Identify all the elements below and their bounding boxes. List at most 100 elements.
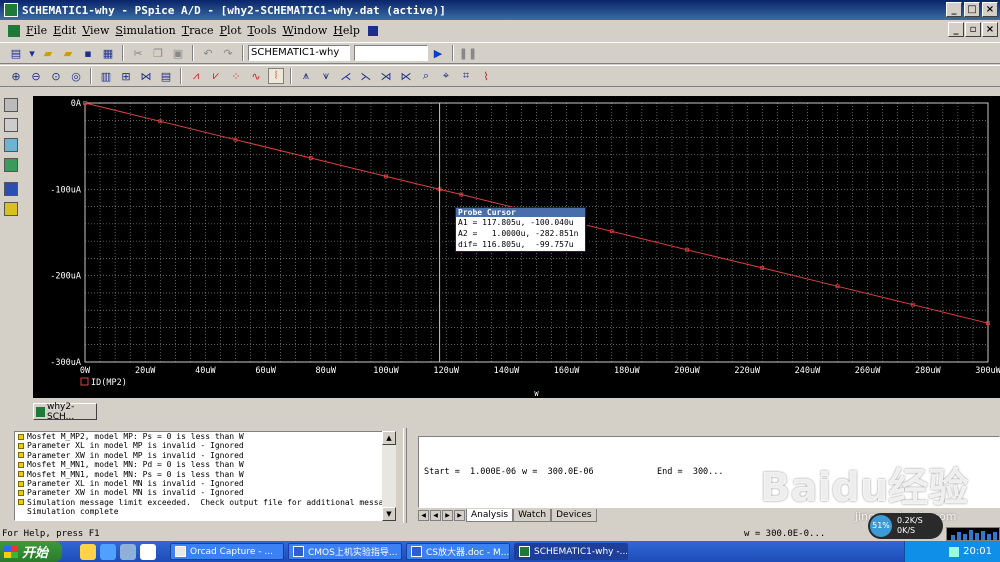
minimize-button[interactable]: _ [946,2,962,17]
cursor-point-icon[interactable]: ⋉ [398,68,414,84]
probe-cursor-title: Probe Cursor [456,208,585,217]
messages-scrollbar[interactable]: ▲ ▼ [382,431,396,521]
start-button[interactable]: 开始 [0,541,62,562]
quicklaunch-ie-icon[interactable] [100,543,116,560]
cursor-trough-icon[interactable]: ⩛ [318,68,334,84]
menu-edit[interactable]: Edit [53,24,82,37]
undo-icon[interactable]: ↶ [200,45,216,61]
task-orcad-capture[interactable]: Orcad Capture - ... [170,543,284,560]
window-icon[interactable] [4,182,18,196]
task-cs-doc[interactable]: CS放大器.doc - M... [406,543,510,560]
maximize-button[interactable]: □ [964,2,980,17]
menu-trace[interactable]: Trace [182,24,220,37]
cursor-prev-transition-icon[interactable]: ⌗ [458,68,474,84]
close-button[interactable]: × [982,2,998,17]
markers-icon[interactable] [4,118,18,132]
performance-analysis-icon[interactable]: ⋈ [138,68,154,84]
scroll-down-icon[interactable]: ▼ [382,507,396,521]
cursor-slope-icon[interactable]: ⋌ [338,68,354,84]
simulation-profile-combo[interactable]: SCHEMATIC1-why [248,45,350,61]
next-tab-icon[interactable]: ▶ [442,509,453,521]
cursor-min-icon[interactable]: ⋋ [358,68,374,84]
tray-network-icon[interactable] [949,546,960,557]
eval-measurement-icon[interactable]: ⩗ [208,68,224,84]
mdi-close-button[interactable]: × [982,22,998,37]
x-tick-label: 220uW [734,366,760,376]
probe-cursor-window[interactable]: Probe Cursor A1 = 117.805u, -100.040u A2… [455,207,586,252]
new-icon[interactable]: ▤ [8,45,24,61]
menu-help[interactable]: Help [333,24,366,37]
zoom-area-icon[interactable]: ⊙ [48,68,64,84]
secondary-combo[interactable] [354,45,428,61]
task-pspice[interactable]: SCHEMATIC1-why -... [514,543,628,560]
cursor-peak-icon[interactable]: ⩚ [298,68,314,84]
menu-plot[interactable]: Plot [220,24,248,37]
message-text: Mosfet M_MP2, model MP: Ps = 0 is less t… [27,432,244,441]
fourier-icon[interactable]: ⊞ [118,68,134,84]
mark-data-points-icon[interactable]: ⁘ [228,68,244,84]
cut-icon[interactable]: ✂ [130,45,146,61]
last-tab-icon[interactable]: ▶ [454,509,465,521]
warning-bullet-icon [18,471,24,478]
zoom-out-icon[interactable]: ⊖ [28,68,44,84]
pause-icon[interactable]: ❚❚ [459,45,477,61]
whats-this-help-icon[interactable] [367,25,378,36]
tab-watch[interactable]: Watch [513,508,552,522]
warning-bullet-icon [18,443,24,450]
menu-window[interactable]: Window [282,24,333,37]
first-tab-icon[interactable]: ◀ [418,509,429,521]
scroll-up-icon[interactable]: ▲ [382,431,396,445]
dropdown-arrow-icon[interactable]: ▾ [28,45,36,61]
menu-tools[interactable]: Tools [248,24,283,37]
menu-simulation[interactable]: Simulation [115,24,181,37]
y-tick-label: -100uA [50,185,81,195]
menu-view[interactable]: View [82,24,115,37]
menu-file[interactable]: File [26,24,53,37]
y-tick-label: 0A [71,99,81,109]
document-tab[interactable]: why2-SCH... [33,402,97,422]
plot-icon[interactable] [4,202,18,216]
cursor-next-transition-icon[interactable]: ⌖ [438,68,454,84]
message-text: Parameter XL in model MP is invalid - Ig… [27,441,244,451]
quicklaunch-media-icon[interactable] [140,543,156,560]
probe-cursor-dif: dif= 116.805u, -99.757u [458,240,574,249]
task-cmos-doc[interactable]: CMOS上机实验指导... [288,543,402,560]
tray-clock: 20:01 [963,546,992,557]
current-marker-icon[interactable] [4,158,18,172]
run-icon[interactable]: ▶ [430,45,446,61]
toggle-cursor-icon[interactable]: ⦚ [268,68,284,84]
zoom-in-icon[interactable]: ⊕ [8,68,24,84]
voltage-marker-icon[interactable] [4,138,18,152]
log-x-axis-icon[interactable]: ▥ [98,68,114,84]
tab-devices[interactable]: Devices [551,508,597,522]
tab-analysis[interactable]: Analysis [466,508,514,522]
message-line: Mosfet M_MN1, model MN: Ps = 0 is less t… [15,470,395,479]
network-meter[interactable]: 51% 0.2K/S 0K/S [868,513,943,539]
mdi-restore-button[interactable]: ▫ [965,22,981,37]
gear-icon[interactable] [4,98,18,112]
panel-splitter[interactable] [403,428,407,523]
message-text: Parameter XL in model MN is invalid - Ig… [27,478,244,488]
print-icon[interactable]: ▦ [100,45,116,61]
open-folder-icon[interactable]: ▰ [40,45,56,61]
mark-label-icon[interactable]: ⌇ [478,68,494,84]
prev-tab-icon[interactable]: ◀ [430,509,441,521]
open-file-icon[interactable]: ▰ [60,45,76,61]
zoom-fit-icon[interactable]: ◎ [68,68,84,84]
save-icon[interactable]: ▪ [80,45,96,61]
quicklaunch-desktop-icon[interactable] [120,543,136,560]
cursor-max-icon[interactable]: ⋊ [378,68,394,84]
copy-icon[interactable]: ❐ [150,45,166,61]
mdi-minimize-button[interactable]: _ [948,22,964,37]
warning-bullet-icon [18,461,24,468]
toggle-symbols-icon[interactable]: ∿ [248,68,264,84]
log-y-axis-icon[interactable]: ▤ [158,68,174,84]
paste-icon[interactable]: ▣ [170,45,186,61]
add-trace-icon[interactable]: ⩘ [188,68,204,84]
simulation-messages-panel[interactable]: Mosfet M_MP2, model MP: Ps = 0 is less t… [14,431,396,521]
net-percent: 51% [870,515,892,537]
redo-icon[interactable]: ↷ [220,45,236,61]
cursor-search-icon[interactable]: ⌕ [418,68,434,84]
quicklaunch-windows-icon[interactable] [80,543,96,560]
document-icon[interactable] [8,24,20,37]
